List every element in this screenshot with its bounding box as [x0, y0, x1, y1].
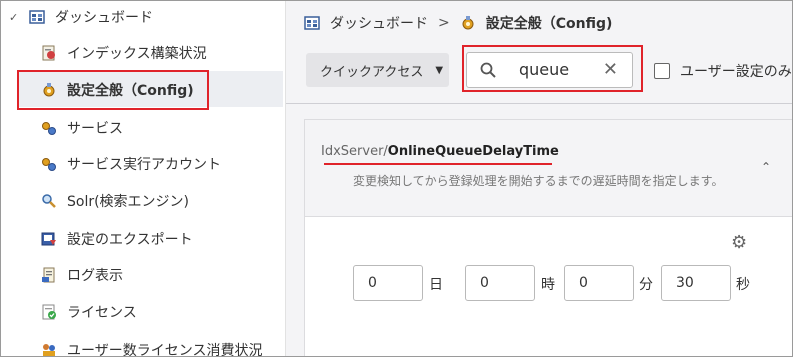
setting-key: OnlineQueueDelayTime [387, 144, 559, 159]
caret-down-icon: ▼ [435, 64, 444, 76]
chevron-up-icon[interactable]: ⌃ [761, 160, 771, 174]
setting-description: 変更検知してから登録処理を開始するまでの遅延時間を指定します。 [353, 174, 724, 188]
quick-access-label: クイックアクセス [320, 64, 424, 80]
config-icon [460, 15, 476, 31]
annotation-highlight-config [17, 70, 209, 110]
sidebar-item-label: Solr(検索エンジン) [67, 194, 190, 210]
user-settings-only-label[interactable]: ユーザー設定のみ [680, 61, 792, 81]
sidebar-item-label: ユーザー数ライセンス消費状況 [67, 343, 263, 357]
setting-path: IdxServer/OnlineQueueDelayTime [321, 144, 559, 159]
sidebar-item-log[interactable]: ログ表示 [41, 263, 123, 287]
gear-icon[interactable]: ⚙ [731, 232, 747, 253]
annotation-underline [324, 163, 552, 165]
sidebar-item-user-license[interactable]: ユーザー数ライセンス消費状況 [41, 338, 263, 357]
index-build-icon [41, 45, 57, 61]
setting-path-prefix: IdxServer/ [321, 144, 388, 159]
hours-field[interactable]: 0 [465, 265, 535, 301]
breadcrumb-root[interactable]: ダッシュボード [330, 13, 428, 33]
user-license-icon [41, 342, 57, 356]
hours-unit: 時 [541, 277, 555, 293]
breadcrumb: ダッシュボード > 設定全般（Config) [304, 12, 612, 34]
breadcrumb-current: 設定全般（Config) [485, 16, 613, 32]
sidebar: ✓ ダッシュボード インデックス構築状況 設定全般（Config) サービス サ… [1, 1, 286, 356]
sidebar-root-label: ダッシュボード [55, 10, 153, 26]
dashboard-icon [29, 9, 45, 25]
minutes-field[interactable]: 0 [564, 265, 634, 301]
toolbar-divider [286, 103, 792, 104]
sidebar-item-label: ログ表示 [67, 268, 123, 284]
days-unit: 日 [429, 277, 443, 293]
service-account-icon [41, 156, 57, 172]
sidebar-item-label: サービス [67, 121, 123, 137]
days-field[interactable]: 0 [353, 265, 423, 301]
seconds-unit: 秒 [736, 277, 750, 293]
dashboard-icon [304, 15, 320, 31]
magnifier-icon [41, 193, 57, 209]
sidebar-item-export[interactable]: 設定のエクスポート [41, 227, 193, 251]
export-icon [41, 231, 57, 247]
sidebar-item-label: インデックス構築状況 [67, 46, 207, 62]
log-icon [41, 267, 57, 283]
annotation-highlight-search [462, 45, 643, 92]
setting-panel: IdxServer/OnlineQueueDelayTime 変更検知してから登… [304, 119, 792, 356]
sidebar-item-index-build[interactable]: インデックス構築状況 [41, 41, 207, 65]
sidebar-root-dashboard[interactable]: ✓ ダッシュボード [9, 6, 153, 28]
sidebar-item-license[interactable]: ライセンス [41, 300, 137, 324]
sidebar-item-service-account[interactable]: サービス実行アカウント [41, 152, 221, 176]
minutes-unit: 分 [639, 277, 653, 293]
sidebar-item-label: サービス実行アカウント [67, 157, 221, 173]
sidebar-item-solr[interactable]: Solr(検索エンジン) [41, 189, 189, 213]
sidebar-item-service[interactable]: サービス [41, 116, 123, 140]
setting-panel-header[interactable]: IdxServer/OnlineQueueDelayTime 変更検知してから登… [305, 120, 792, 217]
sidebar-item-label: 設定のエクスポート [67, 232, 193, 248]
seconds-field[interactable]: 30 [661, 265, 731, 301]
service-icon [41, 120, 57, 136]
breadcrumb-separator: > [438, 15, 450, 31]
quick-access-button[interactable]: クイックアクセス ▼ [306, 53, 449, 87]
chevron-down-icon[interactable]: ✓ [9, 11, 21, 24]
license-icon [41, 304, 57, 320]
main-content: ダッシュボード > 設定全般（Config) クイックアクセス ▼ queue … [286, 1, 792, 356]
user-settings-only-checkbox[interactable] [654, 63, 670, 79]
app-window: ✓ ダッシュボード インデックス構築状況 設定全般（Config) サービス サ… [0, 0, 793, 357]
sidebar-item-label: ライセンス [67, 305, 137, 321]
